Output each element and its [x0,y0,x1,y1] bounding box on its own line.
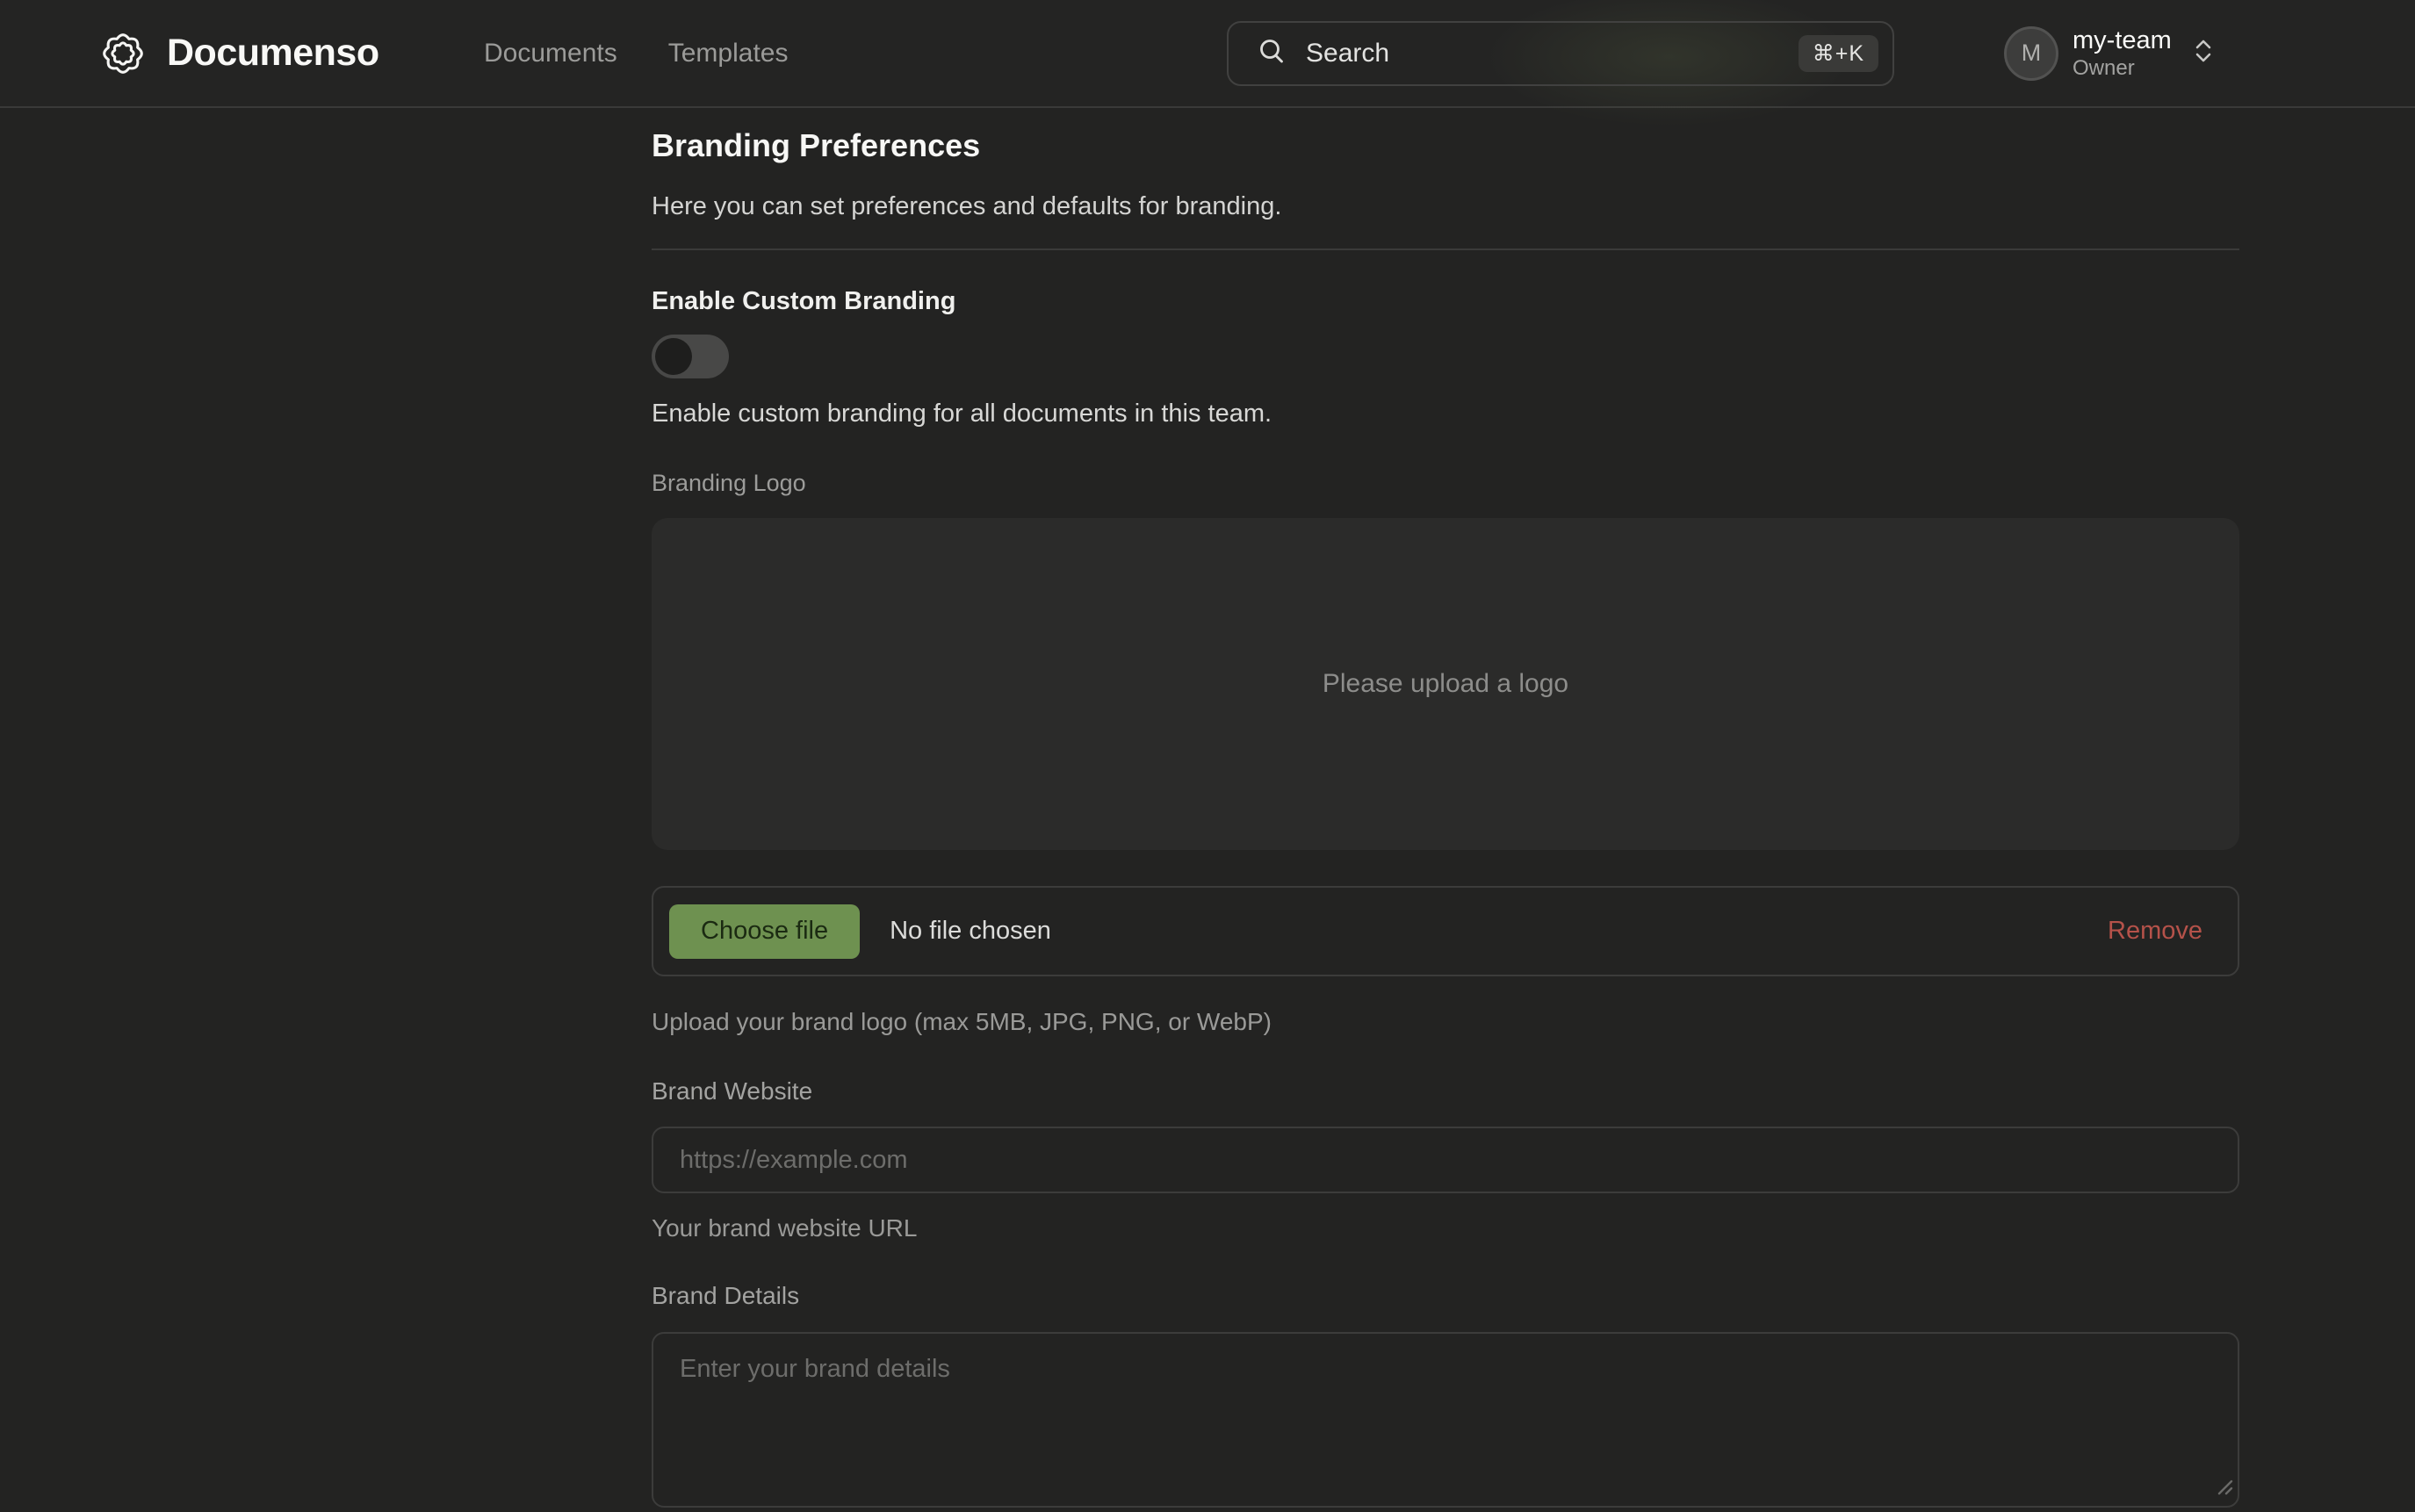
logo-upload-empty-text: Please upload a logo [1323,669,1568,699]
search-icon [1257,37,1287,71]
branding-preferences-page: { "brand": { "name": "Documenso" }, "nav… [0,0,2415,1501]
brand-website-help-text: Your brand website URL [652,1214,917,1242]
nav-item-documents[interactable]: Documents [484,39,617,68]
documenso-seal-icon [98,29,148,78]
account-menu[interactable]: M my-team Owner [2004,0,2215,106]
team-role: Owner [2073,55,2185,81]
brand-website-input[interactable] [652,1127,2239,1193]
section-divider [652,248,2239,250]
logo-file-input-row: Choose file No file chosen Remove [652,886,2239,976]
textarea-resize-handle[interactable] [2213,1475,2234,1501]
page-title: Branding Preferences [652,127,980,164]
logo-upload-dropzone[interactable]: Please upload a logo [652,518,2239,850]
main-nav: Documents Templates [484,0,788,106]
brand-website-label: Brand Website [652,1077,812,1105]
remove-logo-button[interactable]: Remove [2108,917,2202,946]
file-status-text: No file chosen [890,917,2108,946]
page-subtitle: Here you can set preferences and default… [652,192,1281,221]
documenso-logo[interactable]: Documenso [98,0,379,106]
team-avatar: M [2004,26,2058,81]
enable-custom-branding-label: Enable Custom Branding [652,287,955,316]
search-placeholder-text: Search [1306,39,1799,68]
toggle-thumb [655,338,692,375]
brand-details-field [652,1332,2239,1508]
logo-help-text: Upload your brand logo (max 5MB, JPG, PN… [652,1008,1272,1036]
search-input[interactable]: Search ⌘+K [1227,21,1894,86]
branding-logo-label: Branding Logo [652,470,806,497]
branding-preferences-content: Branding Preferences Here you can set pr… [652,108,2239,1501]
team-name: my-team [2073,25,2185,55]
search-shortcut-badge: ⌘+K [1799,35,1878,72]
brand-details-label: Brand Details [652,1282,799,1310]
brand-name: Documenso [167,32,379,75]
nav-item-templates[interactable]: Templates [668,39,789,68]
brand-details-textarea[interactable] [652,1332,2239,1508]
enable-custom-branding-description: Enable custom branding for all documents… [652,400,1272,428]
choose-file-button[interactable]: Choose file [669,904,860,959]
enable-custom-branding-toggle[interactable] [652,335,729,378]
account-info: my-team Owner [2073,25,2185,81]
top-navbar: Documenso Documents Templates Search ⌘+K… [0,0,2415,108]
chevrons-up-down-icon [2192,37,2215,69]
